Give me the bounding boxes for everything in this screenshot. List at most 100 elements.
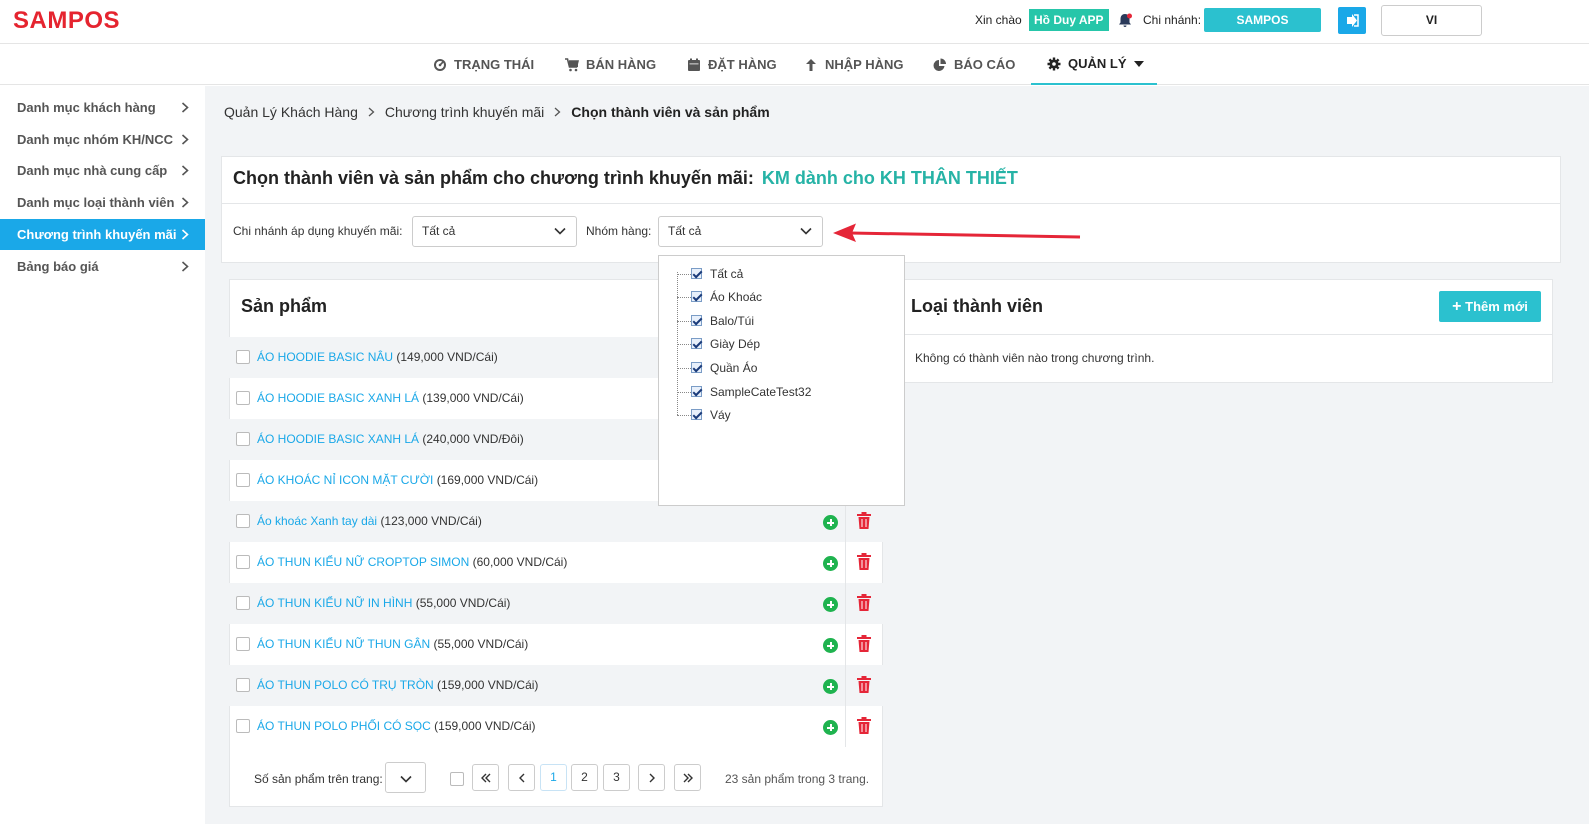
product-price: (159,000 VND/Cái) <box>437 678 539 692</box>
branch-filter-select[interactable]: Tất cả <box>412 216 577 247</box>
nav-label: BÁO CÁO <box>954 56 1016 72</box>
app-logo[interactable]: SAMPOS <box>13 7 120 35</box>
nav-item-sales[interactable]: BÁN HÀNG <box>565 44 656 85</box>
page-size-select[interactable] <box>385 762 426 793</box>
first-page-button[interactable] <box>472 764 499 791</box>
checkbox-checked[interactable] <box>691 268 702 279</box>
group-option[interactable]: Quần Áo <box>659 357 904 379</box>
page-button[interactable]: 2 <box>571 764 598 791</box>
nav-item-manage[interactable]: QUẢN LÝ <box>1031 44 1157 85</box>
prev-page-button[interactable] <box>508 764 535 791</box>
trash-icon[interactable] <box>857 676 871 693</box>
trash-icon[interactable] <box>857 717 871 734</box>
chevron-down-icon <box>554 227 566 235</box>
trash-icon[interactable] <box>857 635 871 652</box>
group-option[interactable]: Váy <box>659 404 904 426</box>
sidebar-item-customer-groups[interactable]: Danh mục nhóm KH/NCC <box>0 124 205 155</box>
row-checkbox[interactable] <box>236 596 250 610</box>
sidebar-item-label: Danh mục loại thành viên <box>17 195 175 210</box>
add-icon[interactable] <box>823 515 838 530</box>
sidebar-item-label: Danh mục nhóm KH/NCC <box>17 132 173 147</box>
page-button[interactable]: 3 <box>603 764 630 791</box>
group-option[interactable]: SampleCateTest32 <box>659 381 904 403</box>
checkbox-checked[interactable] <box>691 409 702 420</box>
next-page-button[interactable] <box>638 764 665 791</box>
product-link[interactable]: ÁO HOODIE BASIC NÂU <box>257 350 393 364</box>
sidebar-item-customers[interactable]: Danh mục khách hàng <box>0 92 205 123</box>
branch-button[interactable]: SAMPOS <box>1204 8 1321 32</box>
page-button[interactable]: 1 <box>540 764 567 791</box>
bell-icon[interactable] <box>1116 12 1134 30</box>
product-link[interactable]: ÁO THUN KIỂU NỮ IN HÌNH <box>257 596 412 610</box>
product-link[interactable]: ÁO HOODIE BASIC XANH LÁ <box>257 432 419 446</box>
divider <box>845 665 846 706</box>
add-icon[interactable] <box>823 679 838 694</box>
group-option[interactable]: Tất cả <box>659 263 904 285</box>
chevron-right-icon <box>368 107 375 117</box>
product-link[interactable]: ÁO THUN POLO PHỐI CÓ SỌC <box>257 719 431 733</box>
logout-button[interactable] <box>1338 7 1366 34</box>
product-price: (139,000 VND/Cái) <box>422 391 524 405</box>
sidebar-item-price-list[interactable]: Bảng báo giá <box>0 251 205 282</box>
checkbox-checked[interactable] <box>691 291 702 302</box>
row-checkbox[interactable] <box>236 432 250 446</box>
add-member-button[interactable]: + Thêm mới <box>1439 291 1541 322</box>
product-price: (149,000 VND/Cái) <box>396 350 498 364</box>
product-link[interactable]: ÁO THUN KIỂU NỮ THUN GÂN <box>257 637 430 651</box>
product-link[interactable]: ÁO THUN KIỂU NỮ CROPTOP SIMON <box>257 555 469 569</box>
sidebar-item-promotions[interactable]: Chương trình khuyến mãi <box>0 219 205 250</box>
row-checkbox[interactable] <box>236 350 250 364</box>
group-option[interactable]: Áo Khoác <box>659 286 904 308</box>
sidebar-item-suppliers[interactable]: Danh mục nhà cung cấp <box>0 155 205 186</box>
cart-icon <box>565 57 579 71</box>
plus-icon: + <box>1452 298 1462 315</box>
caret-down-icon <box>1133 60 1144 67</box>
trash-icon[interactable] <box>857 594 871 611</box>
trash-icon[interactable] <box>857 553 871 570</box>
checkbox-checked[interactable] <box>691 386 702 397</box>
row-checkbox[interactable] <box>236 719 250 733</box>
table-row: ÁO THUN KIỂU NỮ CROPTOP SIMON (60,000 VN… <box>229 542 883 583</box>
row-checkbox[interactable] <box>236 391 250 405</box>
trash-icon[interactable] <box>857 512 871 529</box>
row-checkbox[interactable] <box>236 555 250 569</box>
breadcrumb-item[interactable]: Quản Lý Khách Hàng <box>224 104 358 120</box>
checkbox-checked[interactable] <box>691 338 702 349</box>
select-all-checkbox[interactable] <box>450 772 464 786</box>
user-badge[interactable]: Hồ Duy APP <box>1029 9 1109 31</box>
row-checkbox[interactable] <box>236 514 250 528</box>
checkbox-checked[interactable] <box>691 362 702 373</box>
chevron-right-icon <box>181 229 189 240</box>
nav-item-status[interactable]: TRẠNG THÁI <box>433 44 534 85</box>
tree-branch <box>677 297 691 298</box>
row-checkbox[interactable] <box>236 678 250 692</box>
row-checkbox[interactable] <box>236 473 250 487</box>
divider <box>845 624 846 665</box>
checkbox-checked[interactable] <box>691 315 702 326</box>
product-link[interactable]: Áo khoác Xanh tay dài <box>257 514 377 528</box>
add-icon[interactable] <box>823 720 838 735</box>
nav-item-import[interactable]: NHẬP HÀNG <box>804 44 904 85</box>
divider <box>221 203 1561 204</box>
last-page-button[interactable] <box>674 764 701 791</box>
tree-branch <box>677 415 691 416</box>
sidebar-item-label: Danh mục khách hàng <box>17 100 156 115</box>
product-info: Áo khoác Xanh tay dài (123,000 VND/Cái) <box>257 514 482 528</box>
product-link[interactable]: ÁO HOODIE BASIC XANH LÁ <box>257 391 419 405</box>
group-option[interactable]: Giày Dép <box>659 333 904 355</box>
product-link[interactable]: ÁO THUN POLO CÓ TRỤ TRÒN <box>257 678 434 692</box>
annotation-arrow <box>833 223 1081 242</box>
sidebar-item-member-types[interactable]: Danh mục loại thành viên <box>0 187 205 218</box>
nav-item-reports[interactable]: BÁO CÁO <box>933 44 1015 85</box>
nav-item-orders[interactable]: ĐẶT HÀNG <box>687 44 777 85</box>
group-filter-select[interactable]: Tất cả <box>658 216 823 247</box>
product-link[interactable]: ÁO KHOÁC NỈ ICON MẶT CƯỜI <box>257 473 433 487</box>
add-icon[interactable] <box>823 556 838 571</box>
language-select[interactable]: VI <box>1381 5 1482 36</box>
breadcrumb-item[interactable]: Chương trình khuyến mãi <box>385 104 544 120</box>
row-checkbox[interactable] <box>236 637 250 651</box>
group-option[interactable]: Balo/Túi <box>659 310 904 332</box>
add-icon[interactable] <box>823 638 838 653</box>
upload-arrow-icon <box>806 58 816 71</box>
add-icon[interactable] <box>823 597 838 612</box>
